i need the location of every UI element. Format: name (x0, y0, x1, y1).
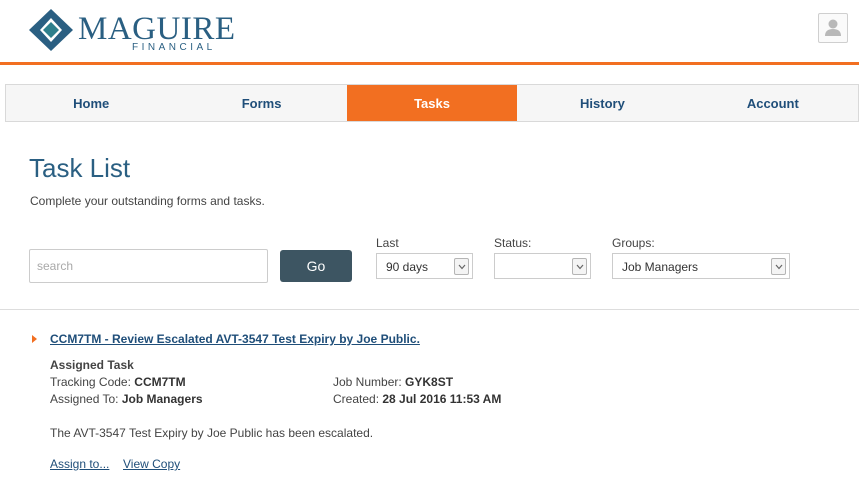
created-value: 28 Jul 2016 11:53 AM (382, 392, 502, 406)
nav-tasks[interactable]: Tasks (346, 85, 518, 121)
status-filter-label: Status: (494, 236, 532, 250)
chevron-down-icon (572, 258, 587, 275)
job-number-value: GYK8ST (405, 375, 454, 389)
nav-history[interactable]: History (517, 85, 687, 121)
assign-to-link[interactable]: Assign to... (50, 457, 109, 471)
last-period-select[interactable]: 90 days (376, 253, 473, 279)
last-filter-label: Last (376, 236, 399, 250)
search-input[interactable] (29, 249, 268, 283)
chevron-down-icon (771, 258, 786, 275)
section-divider (0, 309, 859, 310)
groups-filter-label: Groups: (612, 236, 655, 250)
page-subtitle: Complete your outstanding forms and task… (30, 194, 265, 208)
task-type: Assigned Task (50, 358, 134, 372)
tracking-code-row: Tracking Code: CCM7TM (50, 375, 186, 389)
status-select[interactable] (494, 253, 591, 279)
groups-value: Job Managers (622, 260, 699, 274)
header: MAGUIRE FINANCIAL (0, 0, 859, 62)
diamond-logo-icon (29, 9, 73, 51)
assigned-to-value: Job Managers (121, 392, 203, 406)
header-accent-rule (0, 62, 859, 65)
assigned-to-label: Assigned To: (50, 392, 119, 406)
nav-home[interactable]: Home (6, 85, 176, 121)
go-button[interactable]: Go (280, 250, 352, 282)
job-number-row: Job Number: GYK8ST (333, 375, 453, 389)
company-logo[interactable]: MAGUIRE FINANCIAL (28, 8, 238, 53)
created-row: Created: 28 Jul 2016 11:53 AM (333, 392, 501, 406)
groups-select[interactable]: Job Managers (612, 253, 790, 279)
logo-subtitle: FINANCIAL (132, 42, 216, 53)
nav-account[interactable]: Account (688, 85, 858, 121)
task-title-link[interactable]: CCM7TM - Review Escalated AVT-3547 Test … (50, 332, 420, 346)
main-nav: Home Forms Tasks History Account (5, 84, 859, 122)
last-period-value: 90 days (386, 260, 429, 274)
user-avatar[interactable] (818, 13, 848, 43)
user-icon (825, 19, 841, 36)
assigned-to-row: Assigned To: Job Managers (50, 392, 203, 406)
page-title: Task List (29, 153, 131, 183)
tracking-code-label: Tracking Code: (50, 375, 131, 389)
chevron-down-icon (454, 258, 469, 275)
job-number-label: Job Number: (333, 375, 402, 389)
view-copy-link[interactable]: View Copy (123, 457, 180, 471)
task-description: The AVT-3547 Test Expiry by Joe Public h… (50, 426, 374, 440)
tracking-code-value: CCM7TM (134, 375, 186, 389)
nav-forms[interactable]: Forms (176, 85, 346, 121)
caret-right-icon[interactable] (31, 334, 38, 344)
created-label: Created: (333, 392, 380, 406)
